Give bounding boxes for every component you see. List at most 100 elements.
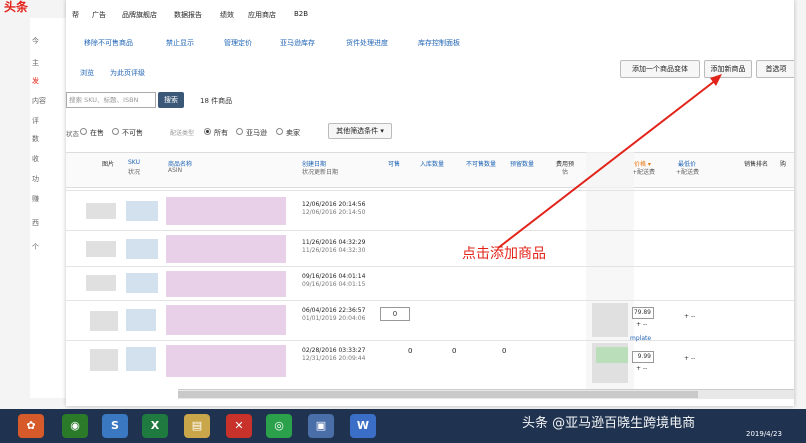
th-price-sub: +配送费 xyxy=(632,169,656,176)
th-unfulfillable[interactable]: 不可售数量 xyxy=(466,159,496,168)
background-sidebar: 今 主 发 内容 评 数 收 功 赚 西 个 xyxy=(30,18,70,398)
seller-label: 卖家 xyxy=(286,129,300,137)
template-link[interactable]: mplate xyxy=(630,335,651,342)
th-available[interactable]: 可售 xyxy=(388,159,400,168)
bg-sidebar-item[interactable]: 内容 xyxy=(32,96,68,106)
rate-page-link[interactable]: 为此页评级 xyxy=(110,68,145,78)
row-updated: 01/01/2019 20:04:06 xyxy=(302,315,366,322)
th-sku-sub: 状况 xyxy=(128,169,141,176)
quantity-input[interactable]: 0 xyxy=(380,307,410,321)
not-sale-label: 不可售 xyxy=(122,129,143,137)
all-label: 所有 xyxy=(214,129,228,137)
row-updated: 12/06/2016 20:14:50 xyxy=(302,209,366,216)
bg-sidebar-item[interactable]: 收 xyxy=(32,154,68,164)
bg-sidebar-item[interactable]: 发 xyxy=(32,76,68,86)
th-reserved[interactable]: 预留数量 xyxy=(510,159,534,168)
price-input[interactable]: 79.89 xyxy=(632,307,654,319)
nav-item-ads[interactable]: 广告 xyxy=(92,10,106,20)
chrome-icon[interactable]: ◉ xyxy=(62,414,88,438)
bg-sidebar-item[interactable]: 赚 xyxy=(32,194,68,204)
add-variant-button[interactable]: 添加一个商品变体 xyxy=(620,60,700,78)
bg-sidebar-item[interactable]: 数 xyxy=(32,134,68,144)
subnav-pricing[interactable]: 管理定价 xyxy=(224,38,252,48)
row-created: 09/16/2016 04:01:14 xyxy=(302,273,366,280)
th-image: 图片 xyxy=(102,161,115,168)
radio-all[interactable] xyxy=(204,128,211,135)
nav-item-performance[interactable]: 绩效 xyxy=(220,10,234,20)
radio-on-sale[interactable] xyxy=(80,128,87,135)
search-input[interactable]: 搜索 SKU、标题、ISBN xyxy=(66,92,156,108)
preferences-button[interactable]: 首选项 xyxy=(756,60,794,78)
app-icon[interactable]: ✕ xyxy=(226,414,252,438)
nav-item-brand-store[interactable]: 品牌旗舰店 xyxy=(122,10,157,20)
table-row[interactable]: 06/04/2016 22:36:57 01/01/2019 20:04:06 … xyxy=(66,300,794,340)
subnav-remove-unsellable[interactable]: 移除不可售商品 xyxy=(84,38,133,48)
table-row[interactable]: 09/16/2016 04:01:14 09/16/2016 04:01:15 xyxy=(66,266,794,300)
wps-icon[interactable]: W xyxy=(350,414,376,438)
bg-sidebar-item[interactable]: 主 xyxy=(32,58,68,68)
subnav-shipments[interactable]: 货件处理进度 xyxy=(346,38,388,48)
radio-not-sale[interactable] xyxy=(112,128,119,135)
radio-seller[interactable] xyxy=(276,128,283,135)
th-created-sub: 状况更新日期 xyxy=(302,169,339,176)
price-shipping: + -- xyxy=(636,321,648,328)
row-updated: 11/26/2016 04:32:30 xyxy=(302,247,366,254)
th-fee-sub: 估 xyxy=(562,169,569,176)
row-created: 06/04/2016 22:36:57 xyxy=(302,307,366,314)
row-updated: 09/16/2016 04:01:15 xyxy=(302,281,366,288)
excel-icon[interactable]: X xyxy=(142,414,168,438)
inbound-qty: 0 xyxy=(452,347,457,355)
item-count: 18 件商品 xyxy=(200,97,233,105)
available-qty: 0 xyxy=(408,347,413,355)
annotation-text: 点击添加商品 xyxy=(462,246,546,262)
taskbar-date: 2019/4/23 xyxy=(746,430,782,438)
subnav-inventory-dashboard[interactable]: 库存控制面板 xyxy=(418,38,460,48)
nav-item-b2b[interactable]: B2B xyxy=(294,10,308,18)
table-row[interactable]: 12/06/2016 20:14:56 12/06/2016 20:14:50 xyxy=(66,190,794,230)
network-icon[interactable]: ▣ xyxy=(308,414,334,438)
radio-amazon[interactable] xyxy=(236,128,243,135)
lowest-price: + -- xyxy=(684,313,696,320)
bg-sidebar-item[interactable]: 个 xyxy=(32,242,68,252)
folder-icon[interactable]: ▤ xyxy=(184,414,210,438)
table-row[interactable]: 11/26/2016 04:32:29 11/26/2016 04:32:30 xyxy=(66,230,794,266)
start-icon[interactable]: ✿ xyxy=(18,414,44,438)
watermark: 头条 @亚马逊百晓生跨境电商 xyxy=(522,416,696,431)
sogou-icon[interactable]: S xyxy=(102,414,128,438)
on-sale-label: 在售 xyxy=(90,129,104,137)
bg-sidebar-item[interactable]: 西 xyxy=(32,218,68,228)
search-button[interactable]: 搜索 xyxy=(158,92,184,108)
nav-item[interactable]: 帮 xyxy=(72,10,79,20)
table-row[interactable]: 02/28/2016 03:33:27 12/31/2016 20:09:44 … xyxy=(66,335,794,386)
wechat-icon[interactable]: ◎ xyxy=(266,414,292,438)
status-filter-label: 状态 xyxy=(66,130,79,138)
table-header: 图片 SKU 状况 商品名称 ASIN 创建日期 状况更新日期 可售 入库数量 … xyxy=(66,152,794,188)
row-created: 12/06/2016 20:14:56 xyxy=(302,201,366,208)
bg-sidebar-item[interactable]: 今 xyxy=(32,36,68,46)
scroll-thumb[interactable] xyxy=(178,391,698,398)
th-sku[interactable]: SKU xyxy=(128,159,140,166)
unfulfillable-qty: 0 xyxy=(502,347,507,355)
background-logo: 头条 xyxy=(4,0,29,14)
subnav-fba-inventory[interactable]: 亚马逊库存 xyxy=(280,38,315,48)
bg-sidebar-item[interactable]: 评 xyxy=(32,116,68,126)
price-input[interactable]: 9.99 xyxy=(632,351,654,363)
horizontal-scrollbar[interactable] xyxy=(178,389,794,399)
nav-item-reports[interactable]: 数据报告 xyxy=(174,10,202,20)
browse-link[interactable]: 浏览 xyxy=(80,68,94,78)
add-product-button[interactable]: 添加新商品 xyxy=(704,60,752,78)
th-inbound[interactable]: 入库数量 xyxy=(420,159,444,168)
bg-sidebar-item[interactable]: 功 xyxy=(32,174,68,184)
row-updated: 12/31/2016 20:09:44 xyxy=(302,355,366,362)
subnav-suppressed[interactable]: 禁止显示 xyxy=(166,38,194,48)
other-filters-dropdown[interactable]: 其他筛选条件 ▾ xyxy=(328,123,392,139)
row-created: 11/26/2016 04:32:29 xyxy=(302,239,366,246)
nav-item-appstore[interactable]: 应用商店 xyxy=(248,10,276,20)
th-buy[interactable]: 购 xyxy=(780,159,786,168)
price-shipping: + -- xyxy=(636,365,648,372)
row-created: 02/28/2016 03:33:27 xyxy=(302,347,366,354)
top-navigation: 帮 广告 品牌旗舰店 数据报告 绩效 应用商店 B2B xyxy=(66,6,794,24)
lowest-price: + -- xyxy=(684,355,696,362)
th-rank[interactable]: 销售排名 xyxy=(744,159,768,168)
amazon-label: 亚马逊 xyxy=(246,129,267,137)
